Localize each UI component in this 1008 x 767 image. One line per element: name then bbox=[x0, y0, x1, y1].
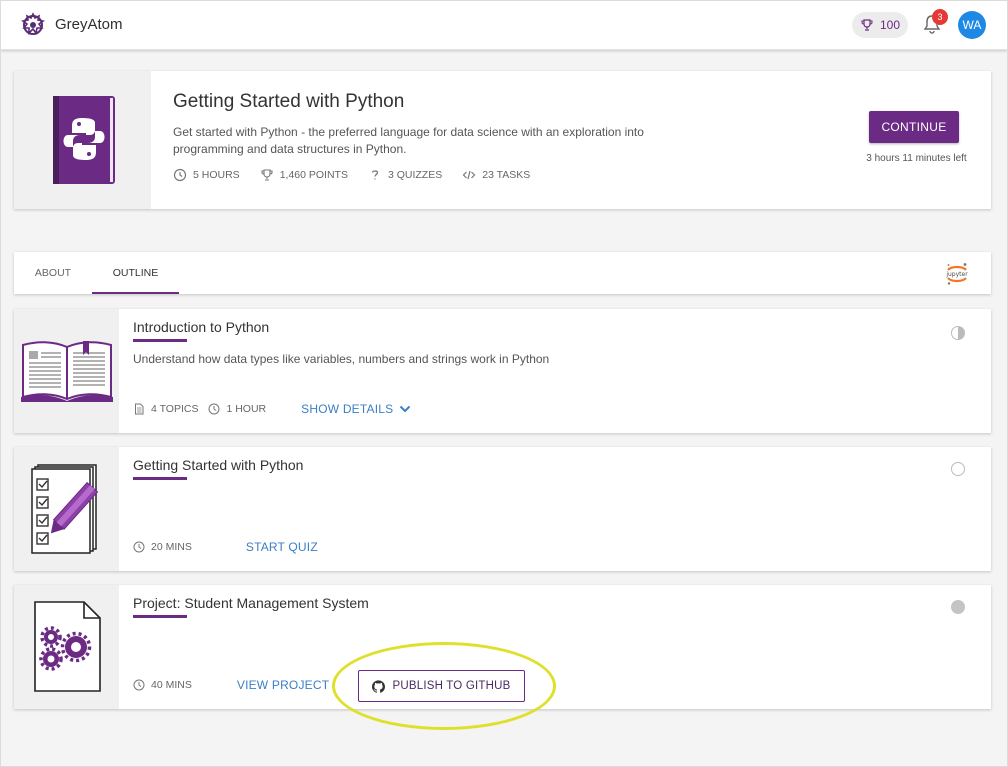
module-meta: 40 MINS VIEW PROJECT bbox=[133, 678, 329, 692]
time-left-text: 3 hours 11 minutes left bbox=[866, 153, 967, 164]
github-icon bbox=[372, 679, 386, 693]
meta-duration: 40 MINS bbox=[133, 679, 192, 691]
points-badge[interactable]: 100 bbox=[852, 12, 908, 38]
module-thumbnail bbox=[14, 447, 119, 571]
points-value: 100 bbox=[879, 18, 901, 32]
brand-name[interactable]: GreyAtom bbox=[55, 16, 123, 33]
module-card: Project: Student Management System 40 MI… bbox=[14, 585, 991, 709]
title-underline bbox=[133, 339, 187, 342]
gears-document-icon bbox=[34, 601, 101, 692]
module-meta: 20 MINS START QUIZ bbox=[133, 540, 318, 554]
course-stats: 5 HOURS 1,460 POINTS 3 QUIZZES 23 TASKS bbox=[173, 168, 530, 182]
meta-duration: 1 HOUR bbox=[208, 403, 266, 415]
course-title: Getting Started with Python bbox=[173, 91, 405, 112]
course-thumbnail bbox=[14, 71, 151, 209]
module-thumbnail bbox=[14, 309, 119, 433]
module-card: Getting Started with Python 20 MINS STAR… bbox=[14, 447, 991, 571]
progress-half-icon bbox=[951, 326, 965, 340]
meta-duration-label: 1 HOUR bbox=[226, 403, 267, 415]
module-thumbnail bbox=[14, 585, 119, 709]
meta-topics-label: 4 TOPICS bbox=[151, 403, 199, 415]
module-meta: 4 TOPICS 1 HOUR SHOW DETAILS bbox=[133, 402, 411, 416]
module-title[interactable]: Project: Student Management System bbox=[133, 595, 369, 611]
clock-icon bbox=[133, 541, 145, 553]
python-book-icon bbox=[53, 96, 115, 184]
document-icon bbox=[135, 403, 144, 415]
stat-tasks: 23 TASKS bbox=[462, 168, 530, 182]
start-quiz-link[interactable]: START QUIZ bbox=[246, 540, 318, 554]
show-details-link[interactable]: SHOW DETAILS bbox=[301, 402, 411, 416]
module-title[interactable]: Introduction to Python bbox=[133, 319, 269, 335]
notification-count-badge: 3 bbox=[932, 9, 948, 25]
code-icon bbox=[462, 170, 476, 180]
open-book-icon bbox=[21, 341, 113, 402]
meta-duration-label: 20 MINS bbox=[151, 541, 192, 553]
title-underline bbox=[133, 615, 187, 618]
stat-tasks-label: 23 TASKS bbox=[482, 169, 531, 181]
quiz-icon bbox=[371, 170, 379, 180]
clock-icon bbox=[173, 168, 187, 182]
stat-points-label: 1,460 POINTS bbox=[279, 169, 348, 181]
stat-quizzes: 3 QUIZZES bbox=[368, 168, 442, 182]
progress-empty-icon bbox=[951, 462, 965, 476]
checklist-icon bbox=[31, 464, 99, 554]
trophy-icon bbox=[261, 169, 273, 181]
tab-about[interactable]: ABOUT bbox=[20, 252, 86, 294]
publish-to-github-button[interactable]: PUBLISH TO GITHUB bbox=[358, 670, 525, 702]
meta-duration-label: 40 MINS bbox=[151, 679, 192, 691]
user-avatar[interactable]: WA bbox=[958, 11, 986, 39]
clock-icon bbox=[208, 403, 220, 415]
module-title[interactable]: Getting Started with Python bbox=[133, 457, 303, 473]
clock-icon bbox=[133, 679, 145, 691]
show-details-label: SHOW DETAILS bbox=[301, 402, 394, 416]
publish-to-github-label: PUBLISH TO GITHUB bbox=[392, 680, 511, 692]
course-header-card: Getting Started with Python Get started … bbox=[14, 71, 991, 209]
tab-outline[interactable]: OUTLINE bbox=[92, 252, 179, 294]
jupyter-icon[interactable]: jupyter bbox=[944, 261, 970, 287]
module-description: Understand how data types like variables… bbox=[133, 352, 550, 366]
trophy-icon bbox=[861, 19, 873, 31]
meta-duration: 20 MINS bbox=[133, 541, 192, 553]
course-tabs: ABOUT OUTLINE jupyter bbox=[14, 252, 991, 294]
greyatom-logo-icon[interactable] bbox=[19, 11, 47, 39]
continue-button[interactable]: CONTINUE bbox=[869, 111, 959, 143]
top-navbar: GreyAtom 100 3 WA bbox=[0, 0, 1008, 50]
progress-complete-icon bbox=[951, 600, 965, 614]
active-tab-indicator bbox=[92, 292, 179, 294]
title-underline bbox=[133, 477, 187, 480]
chevron-down-icon bbox=[400, 405, 411, 413]
stat-hours: 5 HOURS bbox=[173, 168, 240, 182]
meta-topics: 4 TOPICS bbox=[133, 403, 198, 415]
course-description: Get started with Python - the preferred … bbox=[173, 125, 644, 156]
module-card: Introduction to Python Understand how da… bbox=[14, 309, 991, 433]
stat-points: 1,460 POINTS bbox=[260, 168, 348, 182]
stat-hours-label: 5 HOURS bbox=[193, 169, 240, 181]
svg-text:jupyter: jupyter bbox=[945, 271, 968, 278]
view-project-link[interactable]: VIEW PROJECT bbox=[237, 678, 329, 692]
stat-quizzes-label: 3 QUIZZES bbox=[387, 169, 443, 181]
